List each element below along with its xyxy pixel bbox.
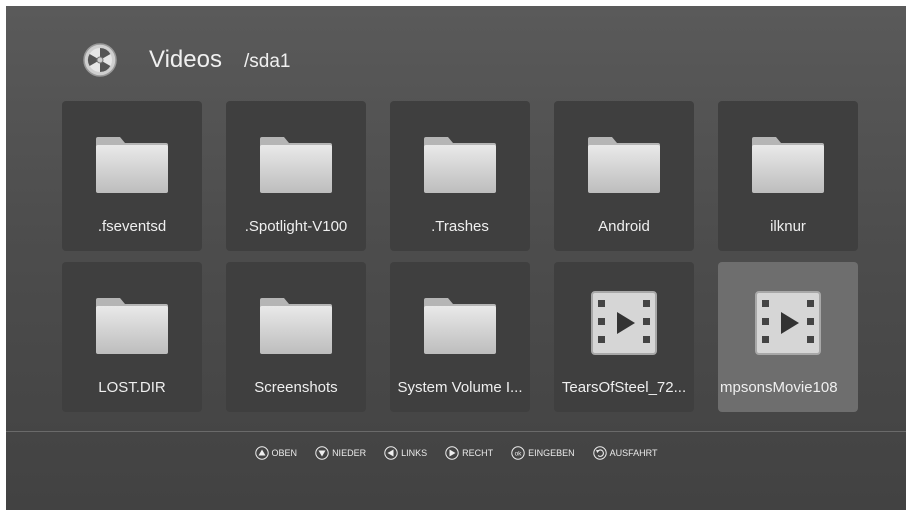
folder-tile[interactable]: LOST.DIR [62,262,202,412]
tile-label: System Volume I... [397,379,523,396]
hint-label: RECHT [462,448,494,458]
folder-tile[interactable]: .Trashes [390,101,530,251]
hint-label: AUSFAHRT [609,448,658,458]
hint-label: OBEN [271,448,298,458]
hint-label: LINKS [401,448,428,458]
folder-icon [584,129,664,195]
folder-icon [748,129,828,195]
tile-label: .Trashes [431,218,489,235]
folder-tile[interactable]: Android [554,101,694,251]
hint-label: NIEDER [332,448,367,458]
video-browser-screen: Videos /sda1 .fseventsd .Spotlight-V100 … [6,6,906,510]
folder-icon [256,129,336,195]
header: Videos /sda1 [6,6,906,96]
hint-links: LINKS [384,446,427,460]
ok-icon: ok [511,446,525,460]
right-arrow-icon [445,446,459,460]
video-file-tile[interactable]: TearsOfSteel_72... [554,262,694,412]
divider [6,431,906,432]
tile-label: mpsonsMovie108 [720,379,838,396]
video-file-icon [748,290,828,356]
folder-tile[interactable]: .fseventsd [62,101,202,251]
hint-eingeben: ok EINGEBEN [511,446,575,460]
tile-label: TearsOfSteel_72... [561,379,687,396]
svg-text:ok: ok [515,450,523,457]
hint-ausfahrt: AUSFAHRT [592,446,658,460]
down-arrow-icon [315,446,329,460]
folder-icon [92,290,172,356]
folder-tile[interactable]: System Volume I... [390,262,530,412]
folder-icon [420,129,500,195]
tile-label: .fseventsd [97,218,167,235]
hint-oben: OBEN [254,446,298,460]
video-file-icon [584,290,664,356]
tile-label: Screenshots [254,379,338,396]
hint-nieder: NIEDER [315,446,366,460]
film-reel-icon [83,43,117,77]
tile-label: Android [598,218,650,235]
tile-label: LOST.DIR [98,379,166,396]
folder-tile[interactable]: Screenshots [226,262,366,412]
tile-label: ilknur [770,218,806,235]
tile-label: .Spotlight-V100 [244,218,348,235]
folder-icon [92,129,172,195]
video-file-tile[interactable]: mpsonsMovie108 [718,262,858,412]
folder-icon [420,290,500,356]
hint-recht: RECHT [445,446,493,460]
page-title: Videos [149,46,222,73]
left-arrow-icon [384,446,398,460]
folder-tile[interactable]: .Spotlight-V100 [226,101,366,251]
up-arrow-icon [254,446,269,460]
current-path: /sda1 [244,51,291,72]
back-icon [592,446,607,460]
remote-hints-bar: OBEN NIEDER LINKS RECHT ok EINGEBEN AUSFAHRT [6,446,906,460]
hint-label: EINGEBEN [528,448,575,458]
folder-icon [256,290,336,356]
folder-tile[interactable]: ilknur [718,101,858,251]
